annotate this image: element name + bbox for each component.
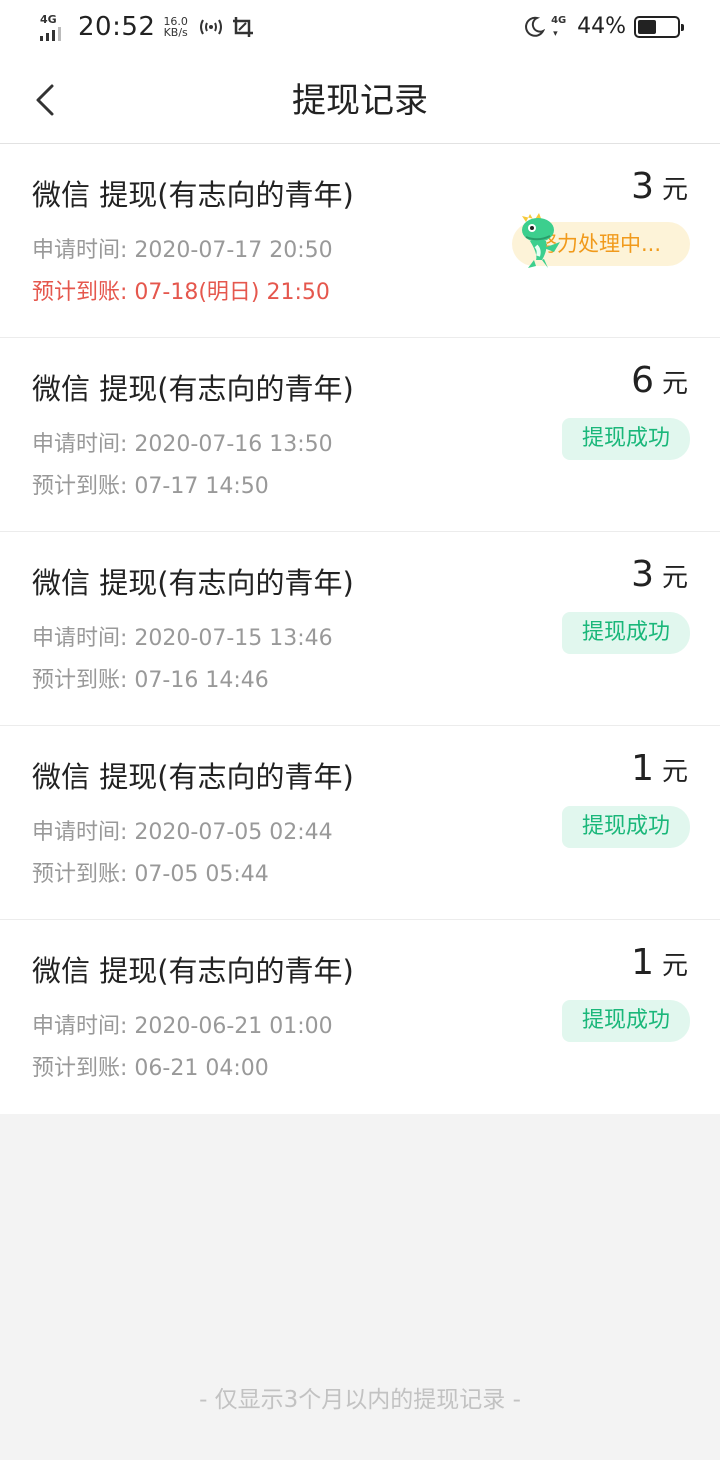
record-expected-arrival: 预计到账: 07-17 14:50 xyxy=(32,474,269,499)
record-item[interactable]: 微信 提现(有志向的青年) 申请时间: 2020-07-15 13:46 预计到… xyxy=(0,532,720,726)
record-title: 微信 提现(有志向的青年) xyxy=(32,566,354,600)
record-expected-arrival: 预计到账: 06-21 04:00 xyxy=(32,1056,269,1081)
record-expected-arrival: 预计到账: 07-16 14:46 xyxy=(32,668,269,693)
amount-unit: 元 xyxy=(661,563,688,593)
status-badge-success: 提现成功 xyxy=(561,418,690,460)
record-item[interactable]: 微信 提现(有志向的青年) 申请时间: 2020-06-21 01:00 预计到… xyxy=(0,920,720,1114)
amount-unit: 元 xyxy=(661,369,688,399)
record-title: 微信 提现(有志向的青年) xyxy=(32,954,354,988)
signal-icon: 4G xyxy=(40,13,70,41)
amount-value: 1 xyxy=(631,748,654,789)
status-badge-success: 提现成功 xyxy=(561,806,690,848)
amount-unit: 元 xyxy=(661,757,688,787)
record-apply-time: 申请时间: 2020-07-16 13:50 xyxy=(32,432,333,457)
amount-unit: 元 xyxy=(661,951,688,981)
dinosaur-mascot-icon xyxy=(522,213,560,268)
record-amount: 1 元 xyxy=(631,748,688,789)
withdrawal-record-list: 微信 提现(有志向的青年) 申请时间: 2020-07-17 20:50 预计到… xyxy=(0,144,720,1114)
record-amount: 6 元 xyxy=(631,360,688,401)
record-apply-time: 申请时间: 2020-07-15 13:46 xyxy=(32,626,333,651)
record-title: 微信 提现(有志向的青年) xyxy=(32,372,354,406)
battery-percent: 44% xyxy=(577,14,626,39)
record-title: 微信 提现(有志向的青年) xyxy=(32,760,354,794)
network-type: 4G xyxy=(40,13,57,26)
battery-icon xyxy=(634,15,684,38)
status-bar: 4G 20:52 16.0 KB/s 4G ▾ 44% xyxy=(0,0,720,58)
moon-icon xyxy=(525,16,546,37)
hotspot-icon xyxy=(199,19,222,35)
record-amount: 1 元 xyxy=(631,942,688,983)
status-badge-success: 提现成功 xyxy=(561,1000,690,1042)
record-item[interactable]: 微信 提现(有志向的青年) 申请时间: 2020-07-16 13:50 预计到… xyxy=(0,338,720,532)
amount-value: 3 xyxy=(631,166,654,207)
status-badge-success: 提现成功 xyxy=(561,612,690,654)
record-item[interactable]: 微信 提现(有志向的青年) 申请时间: 2020-07-05 02:44 预计到… xyxy=(0,726,720,920)
record-apply-time: 申请时间: 2020-07-05 02:44 xyxy=(32,820,333,845)
screenshot-icon xyxy=(232,17,253,37)
network-type-2: 4G xyxy=(551,14,567,26)
record-expected-arrival: 预计到账: 07-05 05:44 xyxy=(32,862,269,887)
amount-value: 3 xyxy=(631,554,654,595)
record-amount: 3 元 xyxy=(631,554,688,595)
battery-fill xyxy=(638,19,657,34)
record-item[interactable]: 微信 提现(有志向的青年) 申请时间: 2020-07-17 20:50 预计到… xyxy=(0,144,720,338)
amount-value: 6 xyxy=(631,360,654,401)
amount-value: 1 xyxy=(631,942,654,983)
footer-note: - 仅显示3个月以内的提现记录 - xyxy=(199,1387,521,1413)
status-bar-left: 4G 20:52 16.0 KB/s xyxy=(40,12,254,42)
record-expected-arrival: 预计到账: 07-18(明日) 21:50 xyxy=(32,280,330,305)
navigation-header: 提现记录 xyxy=(0,58,720,144)
clock: 20:52 xyxy=(78,12,156,42)
speed-unit: KB/s xyxy=(163,26,188,39)
mobile-data-icon: 4G ▾ xyxy=(551,15,569,39)
page-title: 提现记录 xyxy=(292,81,428,121)
record-amount: 3 元 xyxy=(631,166,688,207)
status-bar-right: 4G ▾ 44% xyxy=(523,14,684,39)
amount-unit: 元 xyxy=(661,175,688,205)
network-speed: 16.0 KB/s xyxy=(163,16,188,38)
data-arrows-icon: ▾ xyxy=(553,28,558,39)
record-title: 微信 提现(有志向的青年) xyxy=(32,178,354,212)
record-apply-time: 申请时间: 2020-06-21 01:00 xyxy=(32,1014,333,1039)
record-apply-time: 申请时间: 2020-07-17 20:50 xyxy=(32,238,333,263)
